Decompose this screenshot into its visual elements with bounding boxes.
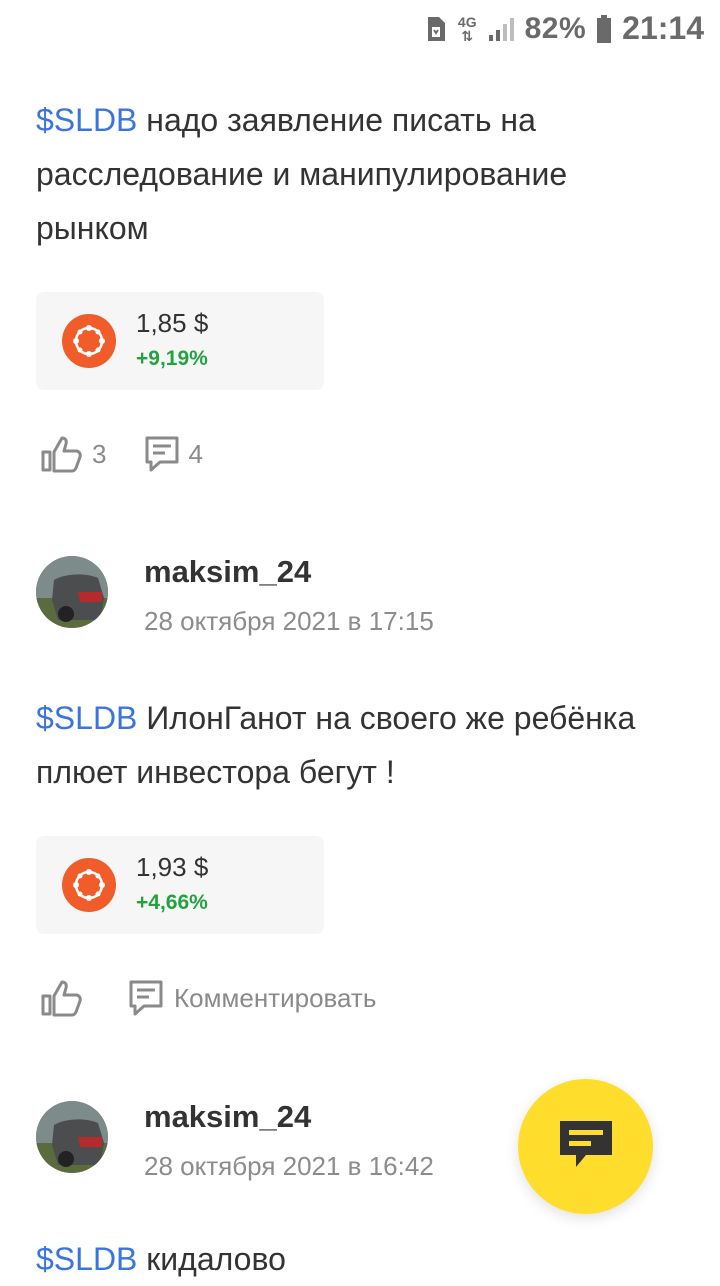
post-text-3: $SLDB кидалово: [36, 1232, 686, 1286]
like-count: 3: [92, 438, 107, 469]
battery-icon: [596, 14, 612, 44]
comment-button[interactable]: Комментировать: [128, 979, 376, 1017]
like-icon: [40, 434, 84, 474]
comment-label: Комментировать: [174, 982, 377, 1013]
quote-logo-icon: [62, 314, 116, 368]
quote-card[interactable]: 1,93 $ +4,66%: [36, 836, 324, 934]
ticker-link[interactable]: $SLDB: [36, 700, 137, 736]
like-button[interactable]: [40, 978, 84, 1018]
quote-change: +9,19%: [136, 347, 208, 370]
post-date: 28 октября 2021 в 16:42: [144, 1151, 434, 1181]
quote-card[interactable]: 1,85 $ +9,19%: [36, 292, 324, 390]
battery-percent: 82%: [524, 11, 587, 45]
data-arrows-icon: ⇅: [461, 27, 474, 44]
new-post-fab[interactable]: [518, 1079, 653, 1214]
post-text-1: $SLDB надо заявление писать на расследов…: [36, 93, 686, 255]
author-name[interactable]: maksim_24: [144, 554, 311, 590]
quote-price: 1,85 $: [136, 308, 209, 338]
clock: 21:14: [622, 10, 704, 46]
quote-logo-icon: [62, 858, 116, 912]
ticker-link[interactable]: $SLDB: [36, 102, 137, 138]
network-indicator: 4G ⇅: [458, 15, 477, 43]
avatar[interactable]: [36, 556, 108, 628]
signal-icon: [487, 15, 515, 43]
comment-count: 4: [188, 438, 203, 469]
quote-change: +4,66%: [136, 891, 208, 914]
post-body: кидалово: [137, 1241, 286, 1277]
comment-icon: [128, 979, 164, 1017]
post-author[interactable]: maksim_24 28 октября 2021 в 17:15: [36, 554, 686, 646]
quote-price: 1,93 $: [136, 852, 209, 882]
post-actions: 3 4: [40, 434, 203, 474]
comment-icon: [144, 435, 180, 473]
like-button[interactable]: 3: [40, 434, 106, 474]
like-icon: [40, 978, 84, 1018]
post-date: 28 октября 2021 в 17:15: [144, 606, 434, 636]
avatar[interactable]: [36, 1101, 108, 1173]
author-name[interactable]: maksim_24: [144, 1099, 311, 1135]
network-type: 4G: [457, 13, 477, 30]
comments-button[interactable]: 4: [144, 435, 203, 473]
chat-fab-icon: [556, 1117, 616, 1176]
post-text-2: $SLDB ИлонГанот на своего же ребёнка плю…: [36, 691, 686, 799]
post-actions: Комментировать: [40, 978, 376, 1018]
ticker-link[interactable]: $SLDB: [36, 1241, 137, 1277]
status-bar: 4G ⇅ 82% 21:14: [0, 0, 720, 58]
sim-icon: [424, 14, 448, 44]
